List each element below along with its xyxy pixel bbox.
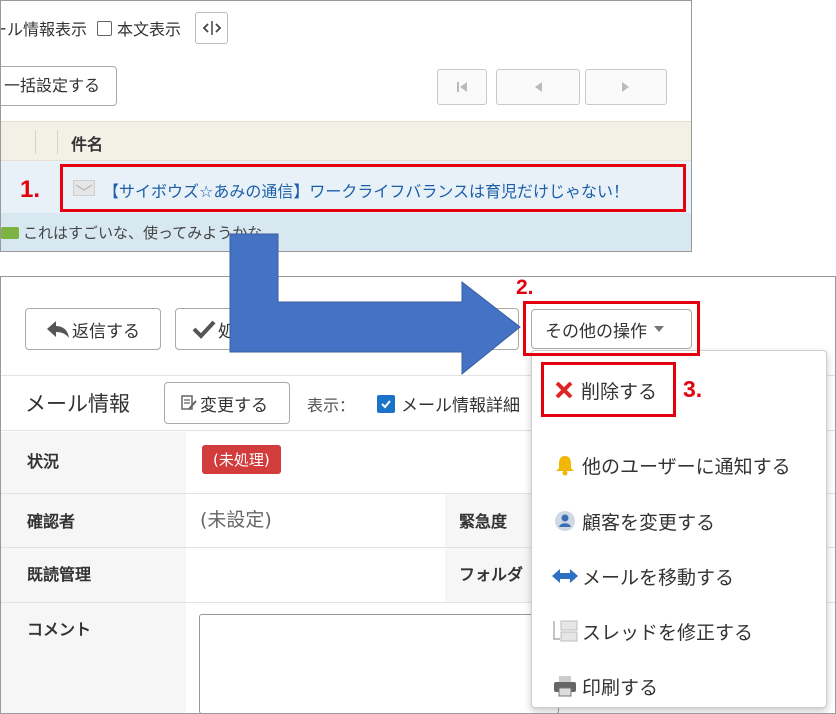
mail-info-title: メール情報 <box>25 392 130 416</box>
menu-item-delete[interactable]: 削除する <box>551 372 657 408</box>
next-page-button[interactable] <box>585 69 667 105</box>
caret-down-icon <box>654 326 664 332</box>
edit-doc-icon <box>181 395 197 410</box>
folder-label: フォルダ <box>459 565 524 584</box>
bell-icon <box>552 454 578 476</box>
prev-page-icon <box>535 82 542 92</box>
toggle-split-icon <box>202 21 221 35</box>
thread-icon <box>552 619 578 643</box>
read-management-label: 既読管理 <box>27 565 92 584</box>
highlight-mail-subject: 【サイボウズ☆あみの通信】ワークライフバランスは育児だけじゃない！ <box>60 164 686 212</box>
x-icon <box>551 380 577 400</box>
change-label: 変更する <box>200 395 268 416</box>
menu-item-notify[interactable]: 他のユーザーに通知する <box>552 447 791 483</box>
highlight-other-operations: その他の操作 <box>523 301 700 356</box>
menu-item-thread-label: スレッドを修正する <box>582 621 754 644</box>
bulk-settings-button[interactable]: 一括設定する <box>1 66 117 106</box>
detail-label: メール情報詳細 <box>401 396 520 416</box>
menu-item-change-customer[interactable]: 顧客を変更する <box>552 503 715 539</box>
display-label: 表示： <box>307 396 356 415</box>
mail-list-screenshot: ール情報表示 本文表示 一括設定する 件名 これはすごいな、使ってみようかな。 <box>0 0 692 252</box>
next-page-icon <box>622 82 629 92</box>
menu-item-delete-label: 削除する <box>581 380 658 403</box>
mark-done-label: 処 <box>218 321 235 342</box>
step-3-label: 3. <box>683 376 703 402</box>
column-divider <box>35 130 36 154</box>
status-label: 状況 <box>27 452 60 471</box>
body-checkbox[interactable] <box>97 20 113 36</box>
comment-input[interactable] <box>199 614 559 713</box>
check-icon <box>192 320 216 339</box>
body-label: 本文表示 <box>117 20 182 39</box>
table-header: 件名 <box>1 121 691 161</box>
first-page-button[interactable] <box>437 69 487 105</box>
reply-icon <box>47 321 69 338</box>
comment-label: コメント <box>27 620 92 639</box>
first-page-icon <box>457 82 467 92</box>
confirmer-label: 確認者 <box>27 512 76 531</box>
step-1-label: 1. <box>20 176 41 203</box>
column-divider <box>57 130 58 154</box>
menu-item-print[interactable]: 印刷する <box>552 668 658 704</box>
detail-checkbox[interactable] <box>377 395 395 413</box>
mail-preview-row: これはすごいな、使ってみようかな。 <box>1 213 691 251</box>
comment-icon <box>1 227 19 239</box>
mail-subject-link[interactable]: 【サイボウズ☆あみの通信】ワークライフバランスは育児だけじゃない！ <box>103 178 629 202</box>
toolbar-button-hidden[interactable] <box>431 308 519 350</box>
prev-page-button[interactable] <box>496 69 580 105</box>
menu-item-thread[interactable]: スレッドを修正する <box>552 613 753 649</box>
mail-detail-screenshot: 返信する 処 メール情報 変更する 表示： メール情報詳細 状況 (未処理) 確… <box>0 276 836 714</box>
envelope-icon <box>73 180 95 196</box>
reply-button[interactable]: 返信する <box>25 308 161 350</box>
menu-item-print-label: 印刷する <box>582 676 659 699</box>
printer-icon <box>552 675 578 697</box>
other-operations-label: その他の操作 <box>545 321 647 342</box>
urgency-label: 緊急度 <box>459 512 508 531</box>
step-2-label: 2. <box>516 276 534 299</box>
other-operations-button[interactable]: その他の操作 <box>531 309 692 349</box>
confirmer-value: (未設定) <box>200 509 272 531</box>
reply-label: 返信する <box>72 321 140 342</box>
status-badge: (未処理) <box>202 445 281 474</box>
view-options-row: ール情報表示 本文表示 <box>0 12 229 44</box>
menu-item-change-customer-label: 顧客を変更する <box>582 511 716 534</box>
mail-preview: これはすごいな、使ってみようかな。 <box>23 224 278 242</box>
column-subject[interactable]: 件名 <box>71 131 103 155</box>
move-arrows-icon <box>552 568 578 584</box>
highlight-delete: 削除する <box>541 362 676 417</box>
menu-item-move[interactable]: メールを移動する <box>552 558 734 594</box>
toggle-split-button[interactable] <box>195 12 229 44</box>
menu-item-notify-label: 他のユーザーに通知する <box>582 455 791 478</box>
mail-info-label: ール情報表示 <box>0 20 88 39</box>
menu-item-move-label: メールを移動する <box>582 566 735 589</box>
mark-done-button[interactable]: 処 <box>175 308 285 350</box>
change-button[interactable]: 変更する <box>164 382 290 424</box>
user-icon <box>552 510 578 532</box>
